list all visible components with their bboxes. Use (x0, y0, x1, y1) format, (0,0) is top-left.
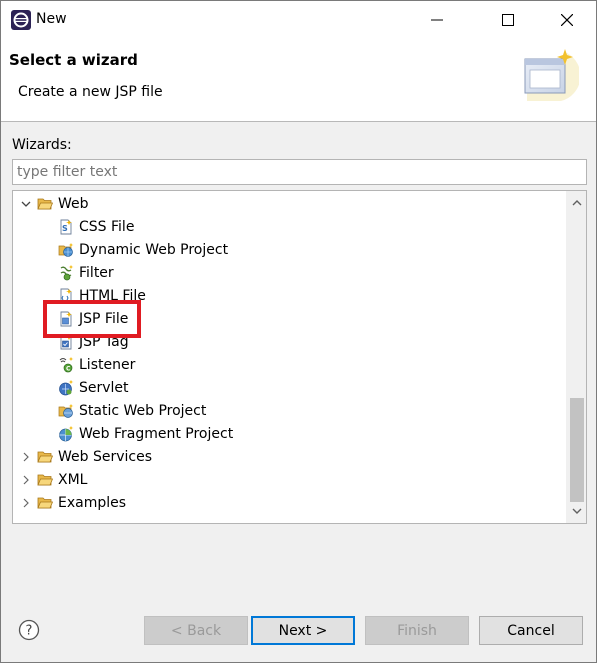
banner-description: Create a new JSP file (18, 84, 163, 100)
tree-item-xml[interactable]: XML (19, 468, 569, 491)
web-fragment-project-icon (59, 425, 74, 441)
tree-item-label: Web Services (58, 448, 153, 465)
chevron-down-icon (572, 508, 582, 514)
filter-input[interactable] (12, 159, 587, 185)
folder-icon (37, 474, 53, 485)
tree-item-label: XML (58, 471, 88, 488)
chevron-right-icon[interactable] (19, 473, 33, 487)
folder-icon (37, 451, 53, 462)
svg-text:?: ? (26, 624, 33, 639)
back-button[interactable]: < Back (144, 616, 248, 645)
tree-item-static-web-project[interactable]: Static Web Project (58, 399, 586, 422)
listener-icon: C (59, 356, 74, 372)
chevron-right-icon[interactable] (19, 496, 33, 510)
maximize-icon (502, 14, 514, 26)
tree-item-label: CSS File (79, 218, 135, 235)
tree-item-css-file[interactable]: S CSS File (58, 215, 586, 238)
help-icon[interactable]: ? (18, 619, 40, 641)
maximize-button[interactable] (485, 1, 531, 39)
scroll-up-button[interactable] (567, 193, 586, 213)
css-file-icon: S (60, 219, 72, 234)
scrollbar-thumb[interactable] (570, 398, 584, 502)
folder-icon (37, 497, 53, 508)
eclipse-app-icon (11, 10, 31, 30)
finish-button[interactable]: Finish (365, 616, 469, 645)
close-icon (561, 14, 573, 26)
minimize-button[interactable] (414, 1, 460, 39)
chevron-down-icon[interactable] (19, 197, 33, 211)
cancel-button[interactable]: Cancel (479, 616, 583, 645)
chevron-up-icon (572, 200, 582, 206)
title-bar: New (1, 1, 596, 39)
tree-item-web[interactable]: Web (19, 192, 569, 215)
tree-item-dynamic-web-project[interactable]: Dynamic Web Project (58, 238, 586, 261)
wizard-tree: Web S CSS File Dynamic Web Project Filte… (12, 190, 587, 524)
wizards-label: Wizards: (12, 137, 72, 153)
minimize-icon (431, 19, 443, 21)
close-button[interactable] (544, 1, 590, 39)
svg-text:C: C (66, 365, 71, 372)
new-wizard-dialog: New Select a wizard Create a new JSP fil… (0, 0, 597, 663)
folder-open-icon (37, 198, 53, 209)
tree-item-filter[interactable]: Filter (58, 261, 586, 284)
chevron-right-icon[interactable] (19, 450, 33, 464)
new-wizard-banner-icon (524, 49, 579, 101)
web-project-icon (58, 242, 74, 257)
tree-item-label: Examples (58, 494, 127, 511)
window-title: New (36, 11, 67, 27)
tree-scrollbar[interactable] (566, 191, 586, 523)
banner-title: Select a wizard (9, 51, 138, 69)
tree-item-label: Web Fragment Project (79, 425, 234, 442)
selection-highlight-box (43, 300, 141, 338)
tree-item-listener[interactable]: C Listener (58, 353, 586, 376)
tree-item-web-fragment-project[interactable]: Web Fragment Project (58, 422, 586, 445)
scroll-down-button[interactable] (567, 501, 586, 521)
tree-item-label: Static Web Project (79, 402, 207, 419)
tree-item-label: Filter (79, 264, 114, 281)
wizard-banner: Select a wizard Create a new JSP file (1, 39, 596, 122)
tree-item-label: Dynamic Web Project (79, 241, 229, 258)
servlet-icon (59, 379, 74, 395)
next-button[interactable]: Next > (251, 616, 355, 645)
svg-text:S: S (62, 224, 68, 233)
static-web-project-icon (58, 403, 74, 418)
tree-item-label: Listener (79, 356, 136, 373)
tree-item-label: Web (58, 195, 89, 212)
tree-item-label: Servlet (79, 379, 129, 396)
filter-icon (60, 264, 74, 280)
tree-item-examples[interactable]: Examples (19, 491, 569, 514)
tree-item-servlet[interactable]: Servlet (58, 376, 586, 399)
tree-item-web-services[interactable]: Web Services (19, 445, 569, 468)
